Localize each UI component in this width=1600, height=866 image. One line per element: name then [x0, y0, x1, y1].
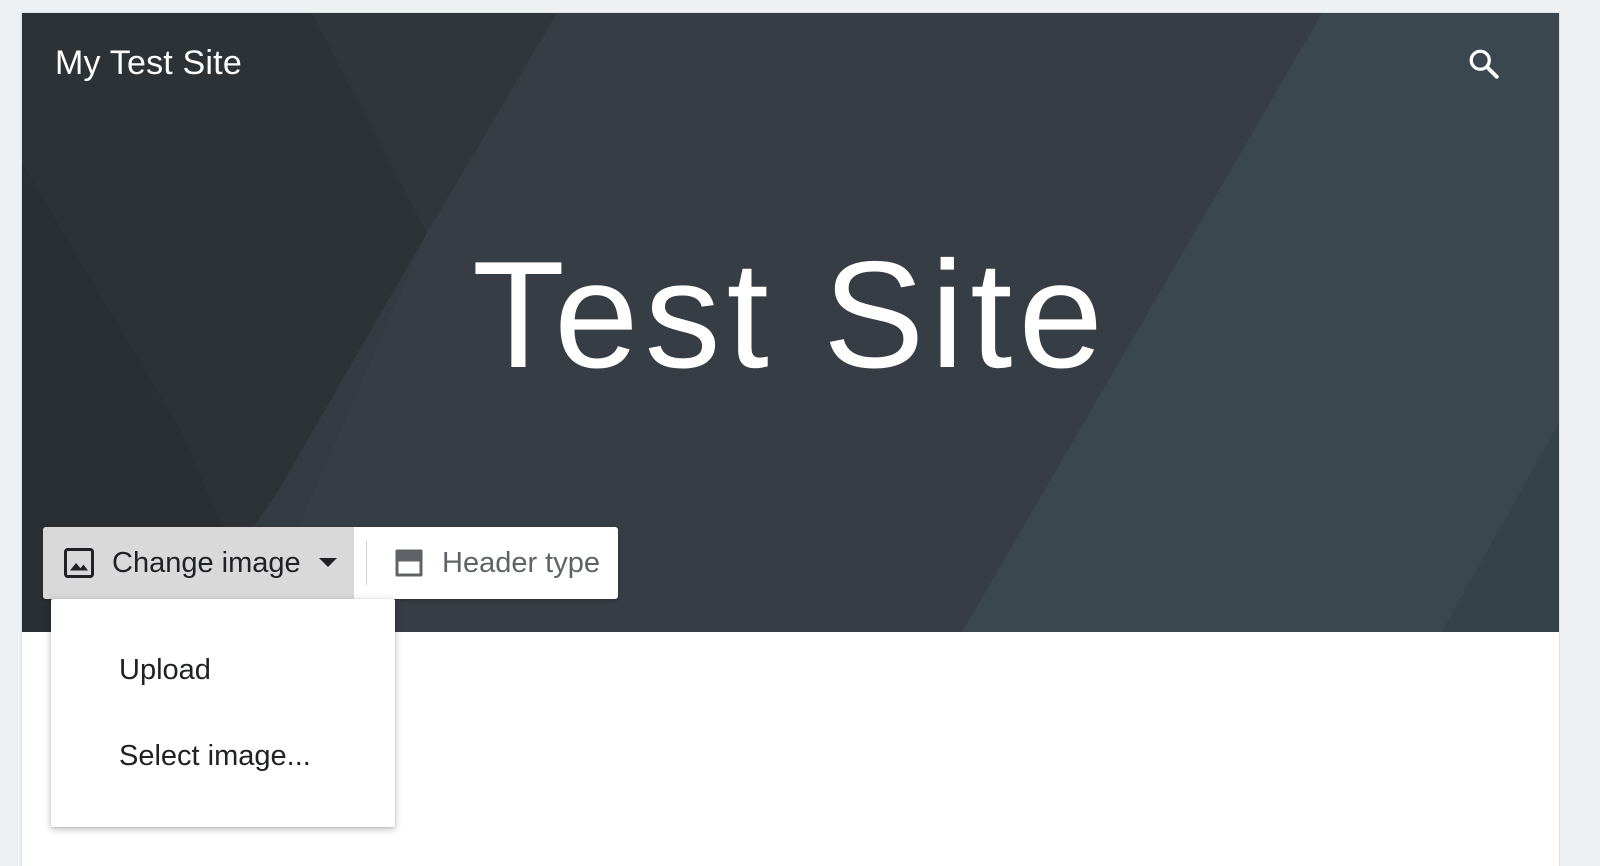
toolbar-divider	[366, 541, 367, 585]
menu-item-select-image[interactable]: Select image...	[51, 725, 395, 787]
site-header-banner: My Test Site Test Site Change image Head…	[22, 13, 1559, 632]
header-type-label: Header type	[442, 546, 600, 579]
site-name[interactable]: My Test Site	[55, 44, 242, 83]
header-layout-icon	[391, 545, 427, 581]
header-toolbar: Change image Header type	[43, 527, 618, 599]
site-page: My Test Site Test Site Change image Head…	[22, 13, 1559, 866]
change-image-label: Change image	[112, 546, 301, 579]
header-type-button[interactable]: Header type	[379, 527, 618, 599]
menu-item-upload[interactable]: Upload	[51, 639, 395, 701]
chevron-down-icon	[318, 558, 337, 568]
page-title[interactable]: Test Site	[22, 239, 1559, 391]
change-image-button[interactable]: Change image	[43, 527, 354, 599]
search-button[interactable]	[1464, 44, 1504, 84]
search-icon	[1469, 49, 1499, 79]
image-icon	[61, 545, 97, 581]
change-image-menu: Upload Select image...	[51, 599, 395, 827]
